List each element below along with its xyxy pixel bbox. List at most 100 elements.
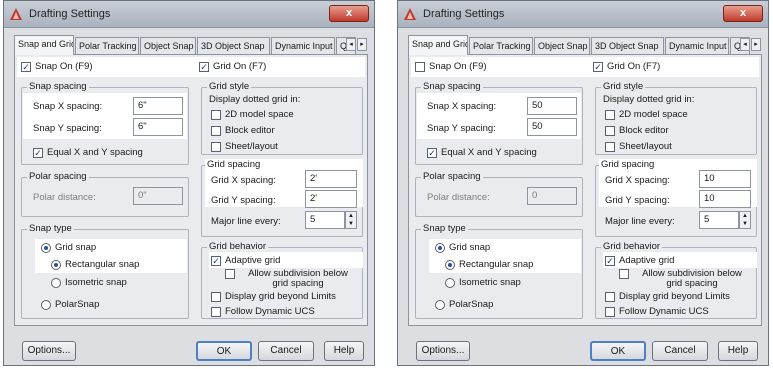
rectangular-snap-row[interactable]: Rectangular snap: [51, 259, 139, 270]
snap-x-input[interactable]: 6": [133, 97, 183, 115]
display-beyond-row[interactable]: Display grid beyond Limits: [605, 291, 730, 302]
grid-snap-row[interactable]: Grid snap: [41, 242, 96, 253]
tab-dynamic-input[interactable]: Dynamic Input: [271, 37, 335, 54]
major-line-label: Major line every:: [211, 216, 281, 227]
block-editor-checkbox[interactable]: [605, 125, 615, 136]
sheet-layout-checkbox[interactable]: [605, 141, 615, 152]
grid-on-checkbox[interactable]: ✓: [199, 61, 209, 72]
block-editor-row[interactable]: Block editor: [605, 125, 669, 136]
grid-x-input[interactable]: 2': [305, 170, 357, 188]
close-button[interactable]: x: [329, 5, 369, 22]
rectangular-snap-row[interactable]: Rectangular snap: [445, 259, 533, 270]
snap-y-input[interactable]: 6": [133, 118, 183, 136]
tab-3d-object-snap[interactable]: 3D Object Snap: [591, 37, 664, 54]
allow-subdivision-row[interactable]: Allow subdivision below grid spacing: [619, 269, 751, 289]
snap-on-checkbox[interactable]: ✓: [21, 61, 31, 72]
equal-xy-row[interactable]: ✓ Equal X and Y spacing: [33, 147, 143, 158]
options-button[interactable]: Options...: [22, 341, 76, 361]
tab-scroll-left-icon[interactable]: ◂: [740, 38, 750, 51]
grid-on-row[interactable]: ✓ Grid On (F7): [593, 61, 660, 72]
snap-x-input[interactable]: 50: [527, 97, 577, 115]
adaptive-grid-checkbox[interactable]: ✓: [211, 255, 221, 266]
follow-ucs-checkbox[interactable]: [211, 306, 221, 317]
tab-object-snap[interactable]: Object Snap: [140, 37, 196, 54]
follow-ucs-row[interactable]: Follow Dynamic UCS: [211, 306, 315, 317]
block-editor-checkbox[interactable]: [211, 125, 221, 136]
follow-ucs-row[interactable]: Follow Dynamic UCS: [605, 306, 709, 317]
isometric-snap-row[interactable]: Isometric snap: [51, 277, 127, 288]
allow-subdivision-checkbox[interactable]: [225, 269, 235, 279]
isometric-snap-row[interactable]: Isometric snap: [445, 277, 521, 288]
tab-object-snap[interactable]: Object Snap: [534, 37, 590, 54]
rectangular-snap-radio[interactable]: [445, 259, 455, 270]
snap-on-checkbox[interactable]: [415, 61, 425, 72]
polar-distance-input[interactable]: 0": [133, 187, 183, 205]
tab-strip: Snap and Grid Polar Tracking Object Snap…: [408, 35, 762, 55]
major-line-spinner-icon[interactable]: ▲ ▼: [739, 211, 751, 229]
display-beyond-checkbox[interactable]: [211, 291, 221, 302]
tab-snap-and-grid[interactable]: Snap and Grid: [14, 35, 74, 55]
model-space-row[interactable]: 2D model space: [211, 109, 294, 120]
tab-polar-tracking[interactable]: Polar Tracking: [75, 37, 139, 54]
grid-y-input[interactable]: 2': [305, 190, 357, 208]
cancel-button[interactable]: Cancel: [652, 341, 708, 361]
adaptive-grid-checkbox[interactable]: ✓: [605, 255, 615, 266]
major-line-input[interactable]: 5: [305, 211, 345, 229]
equal-xy-checkbox[interactable]: ✓: [33, 147, 43, 158]
grid-snap-row[interactable]: Grid snap: [435, 242, 490, 253]
title-bar[interactable]: Drafting Settings x: [398, 1, 768, 28]
tab-snap-and-grid[interactable]: Snap and Grid: [408, 35, 468, 55]
tab-polar-tracking[interactable]: Polar Tracking: [469, 37, 533, 54]
equal-xy-row[interactable]: ✓ Equal X and Y spacing: [427, 147, 537, 158]
model-space-row[interactable]: 2D model space: [605, 109, 688, 120]
allow-subdivision-checkbox[interactable]: [619, 269, 629, 279]
major-line-spinner-icon[interactable]: ▲ ▼: [345, 211, 357, 229]
grid-y-input[interactable]: 10: [699, 190, 751, 208]
snap-on-row[interactable]: Snap On (F9): [415, 61, 487, 72]
tab-scroll-left-icon[interactable]: ◂: [346, 38, 356, 51]
close-button[interactable]: x: [723, 5, 763, 22]
help-button[interactable]: Help: [718, 341, 758, 361]
tab-3d-object-snap[interactable]: 3D Object Snap: [197, 37, 270, 54]
sheet-layout-row[interactable]: Sheet/layout: [211, 141, 278, 152]
isometric-snap-radio[interactable]: [445, 277, 455, 288]
polar-snap-radio[interactable]: [435, 299, 445, 310]
isometric-snap-label: Isometric snap: [65, 277, 127, 288]
cancel-button[interactable]: Cancel: [258, 341, 314, 361]
model-space-checkbox[interactable]: [605, 109, 615, 120]
adaptive-grid-row[interactable]: ✓ Adaptive grid: [605, 255, 674, 266]
polar-snap-row[interactable]: PolarSnap: [41, 299, 99, 310]
major-line-input[interactable]: 5: [699, 211, 739, 229]
polar-snap-row[interactable]: PolarSnap: [435, 299, 493, 310]
allow-subdivision-row[interactable]: Allow subdivision below grid spacing: [225, 269, 357, 289]
grid-snap-radio[interactable]: [435, 242, 445, 253]
adaptive-grid-row[interactable]: ✓ Adaptive grid: [211, 255, 280, 266]
title-bar[interactable]: Drafting Settings x: [4, 1, 374, 28]
grid-on-row[interactable]: ✓ Grid On (F7): [199, 61, 266, 72]
grid-on-checkbox[interactable]: ✓: [593, 61, 603, 72]
block-editor-row[interactable]: Block editor: [211, 125, 275, 136]
rectangular-snap-radio[interactable]: [51, 259, 61, 270]
display-beyond-row[interactable]: Display grid beyond Limits: [211, 291, 336, 302]
ok-button[interactable]: OK: [590, 341, 646, 361]
polar-snap-radio[interactable]: [41, 299, 51, 310]
equal-xy-checkbox[interactable]: ✓: [427, 147, 437, 158]
ok-button[interactable]: OK: [196, 341, 252, 361]
options-button[interactable]: Options...: [416, 341, 470, 361]
tab-dynamic-input[interactable]: Dynamic Input: [665, 37, 729, 54]
polar-distance-input[interactable]: 0: [527, 187, 577, 205]
sheet-layout-checkbox[interactable]: [211, 141, 221, 152]
tab-scroll-right-icon[interactable]: ▸: [751, 38, 761, 51]
display-beyond-checkbox[interactable]: [605, 291, 615, 302]
tab-scroll-right-icon[interactable]: ▸: [357, 38, 367, 51]
snap-y-input[interactable]: 50: [527, 118, 577, 136]
isometric-snap-radio[interactable]: [51, 277, 61, 288]
model-space-checkbox[interactable]: [211, 109, 221, 120]
help-button[interactable]: Help: [324, 341, 364, 361]
snap-on-row[interactable]: ✓ Snap On (F9): [21, 61, 93, 72]
grid-snap-radio[interactable]: [41, 242, 51, 253]
grid-x-input[interactable]: 10: [699, 170, 751, 188]
autocad-app-icon: [10, 8, 22, 20]
follow-ucs-checkbox[interactable]: [605, 306, 615, 317]
sheet-layout-row[interactable]: Sheet/layout: [605, 141, 672, 152]
